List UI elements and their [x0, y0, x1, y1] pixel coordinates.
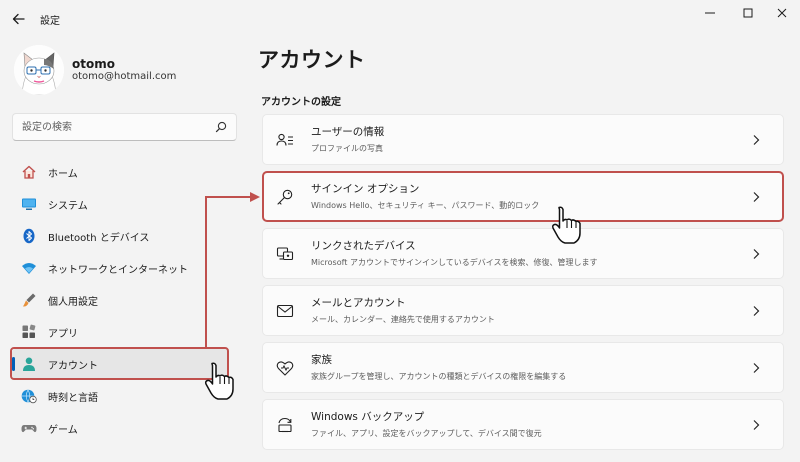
sidebar-item-label: ホーム: [48, 168, 78, 180]
monitor-icon: [20, 195, 38, 213]
card-description: ファイル、アプリ、設定をバックアップして、デバイス間で復元: [311, 429, 542, 438]
search-box[interactable]: [12, 113, 237, 141]
card-linked-devices[interactable]: リンクされたデバイス Microsoft アカウントでサインインしているデバイス…: [262, 228, 784, 279]
bluetooth-icon: [20, 227, 38, 245]
page-title: アカウント: [258, 48, 366, 72]
card-sign-in-options[interactable]: サインイン オプション Windows Hello、セキュリティ キー、パスワー…: [262, 171, 784, 222]
chevron-right-icon: [753, 135, 760, 145]
brush-icon: [20, 291, 38, 309]
sidebar-item-apps[interactable]: アプリ: [12, 317, 228, 347]
app-title: 設定: [40, 16, 60, 27]
card-description: Windows Hello、セキュリティ キー、パスワード、動的ロック: [311, 201, 540, 210]
sidebar-item-gaming[interactable]: ゲーム: [12, 413, 228, 443]
close-icon: [777, 8, 787, 18]
cat-avatar-icon: [14, 45, 64, 95]
sidebar-item-label: ネットワークとインターネット: [48, 264, 188, 276]
sidebar-item-accounts[interactable]: アカウント: [12, 349, 228, 379]
linked-devices-icon: [275, 244, 295, 264]
user-info-icon: [275, 130, 295, 150]
chevron-right-icon: [753, 363, 760, 373]
key-icon: [275, 187, 295, 207]
sidebar-item-label: Bluetooth とデバイス: [48, 232, 150, 244]
card-description: プロファイルの写真: [311, 144, 383, 153]
user-name: otomo: [72, 57, 115, 71]
sidebar-item-label: アカウント: [48, 360, 98, 372]
sidebar-item-label: 個人用設定: [48, 296, 98, 308]
mail-icon: [275, 301, 295, 321]
card-windows-backup[interactable]: Windows バックアップ ファイル、アプリ、設定をバックアップして、デバイス…: [262, 399, 784, 450]
chevron-right-icon: [753, 192, 760, 202]
card-title: Windows バックアップ: [311, 411, 425, 423]
sidebar-item-network[interactable]: ネットワークとインターネット: [12, 253, 228, 283]
card-email-accounts[interactable]: メールとアカウント メール、カレンダー、連絡先で使用するアカウント: [262, 285, 784, 336]
back-arrow-icon: [12, 13, 25, 25]
maximize-icon: [743, 8, 753, 18]
section-title: アカウントの設定: [261, 97, 341, 108]
sidebar-item-personalization[interactable]: 個人用設定: [12, 285, 228, 315]
active-indicator: [12, 357, 15, 371]
minimize-button[interactable]: [692, 2, 728, 24]
search-input[interactable]: [22, 119, 202, 135]
minimize-icon: [705, 12, 715, 14]
card-title: ユーザーの情報: [311, 126, 385, 138]
card-title: メールとアカウント: [311, 297, 406, 309]
card-description: メール、カレンダー、連絡先で使用するアカウント: [311, 315, 495, 324]
close-button[interactable]: [764, 2, 800, 24]
person-icon: [20, 355, 38, 373]
family-heart-icon: [275, 358, 295, 378]
card-family[interactable]: 家族 家族グループを管理し、アカウントの種類とデバイスの権限を編集する: [262, 342, 784, 393]
avatar: [14, 45, 64, 95]
sidebar-item-system[interactable]: システム: [12, 189, 228, 219]
sidebar-item-label: ゲーム: [48, 424, 78, 436]
sidebar-item-time-language[interactable]: 時刻と言語: [12, 381, 228, 411]
home-icon: [20, 163, 38, 181]
chevron-right-icon: [753, 420, 760, 430]
gamepad-icon: [20, 419, 38, 437]
chevron-right-icon: [753, 306, 760, 316]
sidebar-item-home[interactable]: ホーム: [12, 157, 228, 187]
card-title: 家族: [311, 354, 332, 366]
card-user-info[interactable]: ユーザーの情報 プロファイルの写真: [262, 114, 784, 165]
user-email: otomo@hotmail.com: [72, 71, 177, 82]
card-description: Microsoft アカウントでサインインしているデバイスを検索、修復、管理しま…: [311, 258, 598, 267]
backup-icon: [275, 415, 295, 435]
wifi-icon: [20, 259, 38, 277]
sidebar-item-label: システム: [48, 200, 88, 212]
back-button[interactable]: [8, 8, 30, 30]
sidebar-item-label: 時刻と言語: [48, 392, 98, 404]
card-title: リンクされたデバイス: [311, 240, 416, 252]
chevron-right-icon: [753, 249, 760, 259]
card-description: 家族グループを管理し、アカウントの種類とデバイスの権限を編集する: [311, 372, 567, 381]
globe-clock-icon: [20, 387, 38, 405]
card-title: サインイン オプション: [311, 183, 420, 195]
apps-icon: [20, 323, 38, 341]
search-icon[interactable]: [215, 121, 227, 133]
maximize-button[interactable]: [730, 2, 766, 24]
sidebar-item-bluetooth[interactable]: Bluetooth とデバイス: [12, 221, 228, 251]
sidebar-item-label: アプリ: [48, 328, 78, 340]
